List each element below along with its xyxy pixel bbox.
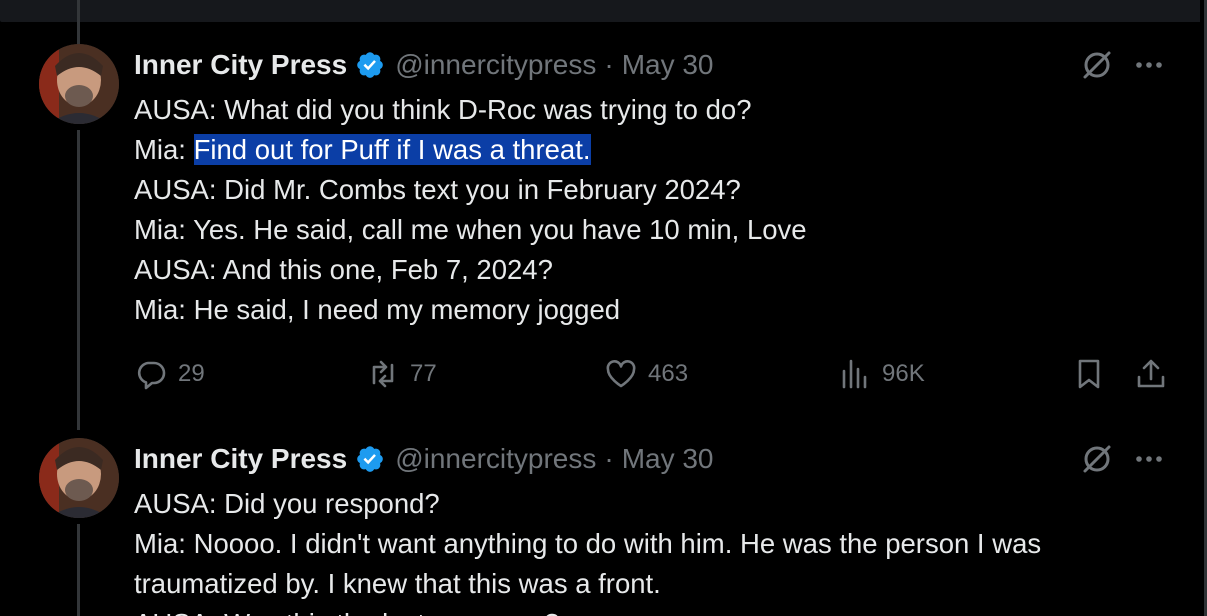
tweet-line: AUSA: Did you respond? [134, 488, 440, 519]
repost-button[interactable]: 77 [366, 354, 437, 394]
selected-text: Find out for Puff if I was a threat. [193, 134, 591, 165]
reply-button[interactable]: 29 [134, 354, 205, 394]
repost-count: 77 [410, 360, 437, 387]
tweet[interactable]: Inner City Press @innercitypress · May 3… [0, 430, 1200, 616]
author-handle[interactable]: @innercitypress [395, 443, 596, 475]
views-button[interactable]: 96K [838, 354, 925, 394]
post-date[interactable]: May 30 [622, 443, 714, 475]
timeline: Inner City Press @innercitypress · May 3… [0, 0, 1207, 616]
views-count: 96K [882, 360, 925, 387]
tweet[interactable]: Inner City Press @innercitypress · May 3… [0, 0, 1200, 430]
separator-dot: · [604, 49, 614, 80]
author-handle[interactable]: @innercitypress [395, 49, 596, 81]
bookmark-button[interactable] [1072, 354, 1116, 394]
tweet-line: AUSA: And this one, Feb 7, 2024? [134, 254, 553, 285]
more-icon[interactable] [1132, 48, 1166, 82]
repost-icon [372, 360, 394, 388]
share-icon [1137, 359, 1165, 388]
author-name[interactable]: Inner City Press [134, 443, 347, 475]
verified-badge-icon[interactable] [355, 444, 385, 474]
like-icon [606, 360, 636, 388]
separator-dot: · [604, 443, 614, 474]
more-icon[interactable] [1132, 442, 1166, 476]
avatar[interactable] [39, 438, 119, 518]
tweet-text: AUSA: Did you respond? Mia: Noooo. I did… [134, 484, 1184, 616]
reply-count: 29 [178, 360, 205, 387]
tweet-header: Inner City Press @innercitypress · May 3… [134, 48, 714, 82]
avatar[interactable] [39, 44, 119, 124]
tweet-text: AUSA: What did you think D-Roc was tryin… [134, 90, 1184, 330]
tweet-line: Mia: Noooo. I didn't want anything to do… [134, 528, 1042, 559]
tweet-line: Mia: Find out for Puff if I was a threat… [134, 130, 1184, 170]
tweet-line: Mia: He said, I need my memory jogged [134, 294, 621, 325]
tweet-line: AUSA: Was this the last message? [134, 604, 1184, 616]
post-date[interactable]: May 30 [622, 49, 714, 81]
views-icon [842, 359, 867, 389]
tweet-header: Inner City Press @innercitypress · May 3… [134, 442, 714, 476]
bookmark-icon [1078, 359, 1100, 389]
tweet-line: AUSA: Did Mr. Combs text you in February… [134, 174, 741, 205]
grok-icon[interactable] [1080, 48, 1114, 82]
line-prefix: Mia: [134, 134, 194, 165]
like-count: 463 [648, 360, 689, 387]
share-button[interactable] [1134, 354, 1178, 394]
action-bar: 29 77 463 96K [134, 354, 1174, 394]
tweet-line: traumatized by. I knew that this was a f… [134, 568, 661, 599]
grok-icon[interactable] [1080, 442, 1114, 476]
tweet-line: AUSA: What did you think D-Roc was tryin… [134, 94, 752, 125]
author-name[interactable]: Inner City Press [134, 49, 347, 81]
tweet-line: Mia: Yes. He said, call me when you have… [134, 214, 807, 245]
verified-badge-icon[interactable] [355, 50, 385, 80]
reply-icon [137, 361, 166, 390]
like-button[interactable]: 463 [604, 354, 688, 394]
